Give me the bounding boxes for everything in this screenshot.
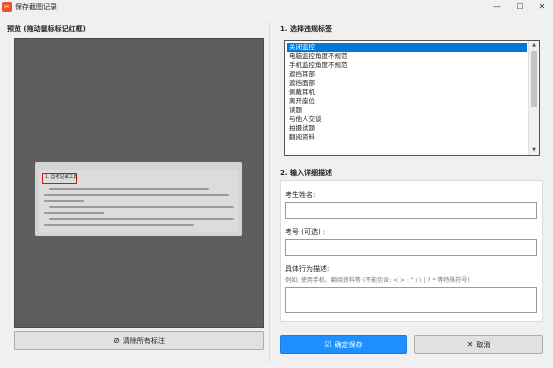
save-button-label: 确定保存	[334, 340, 363, 349]
list-item[interactable]: 佩戴耳机	[287, 88, 527, 97]
scroll-thumb[interactable]	[531, 51, 537, 107]
violation-tag-list[interactable]: 关闭监控 电脑监控角度不规范 手机监控角度不规范 遮挡耳部 遮挡面部 佩戴耳机 …	[284, 40, 540, 156]
description-label: 具体行为描述:	[285, 265, 330, 273]
scroll-down-icon[interactable]: ▼	[529, 146, 539, 155]
name-label: 考生姓名:	[285, 191, 316, 199]
description-hint: 例如: 使用手机、翻阅资料等 (不能包含: < > : " / \ | ? * …	[285, 277, 470, 284]
clear-annotations-button[interactable]: ⊘ 清除所有标注	[14, 331, 264, 350]
save-check-icon: ☑	[324, 339, 332, 349]
panel-divider	[269, 22, 270, 362]
preview-canvas[interactable]: 1. 自考记录工具	[14, 38, 264, 328]
list-item[interactable]: 关闭监控	[287, 43, 527, 52]
list-item[interactable]: 翻阅资料	[287, 133, 527, 142]
list-item[interactable]: 与他人交谈	[287, 115, 527, 124]
id-field[interactable]	[285, 239, 537, 256]
document-page: 1. 自考记录工具	[39, 170, 238, 232]
list-item[interactable]: 拍摄试题	[287, 124, 527, 133]
id-label: 考号 (可选) :	[285, 228, 326, 236]
clear-button-label: 清除所有标注	[122, 336, 165, 345]
list-item[interactable]: 遮挡耳部	[287, 70, 527, 79]
cancel-button[interactable]: ✕ 取消	[414, 335, 543, 354]
window-title: 保存截图记录	[15, 3, 57, 11]
list-item[interactable]: 遮挡面部	[287, 79, 527, 88]
doc-first-line: 1. 自考记录工具	[45, 175, 78, 180]
preview-label: 预览 (拖动鼠标标记红框)	[7, 25, 86, 33]
section2-title: 2. 输入详细描述	[280, 169, 332, 177]
list-scrollbar[interactable]: ▲ ▼	[528, 41, 539, 155]
red-mark-box[interactable]: 1. 自考记录工具	[42, 173, 78, 184]
app-icon: ✂	[2, 2, 12, 12]
close-icon: ✕	[466, 339, 474, 349]
close-window-button[interactable]: ✕	[531, 0, 553, 14]
list-item[interactable]: 电脑监控角度不规范	[287, 52, 527, 61]
save-button[interactable]: ☑ 确定保存	[280, 335, 407, 354]
list-item[interactable]: 手机监控角度不规范	[287, 61, 527, 70]
description-textarea[interactable]	[285, 287, 537, 313]
minimize-button[interactable]: —	[486, 0, 508, 14]
name-field[interactable]	[285, 202, 537, 219]
no-entry-icon: ⊘	[113, 335, 120, 345]
section1-title: 1. 选择违规标签	[280, 25, 332, 33]
title-bar: ✂ 保存截图记录 — ☐ ✕	[0, 0, 553, 16]
list-item[interactable]: 读题	[287, 106, 527, 115]
cancel-button-label: 取消	[476, 340, 491, 349]
screenshot-preview: 1. 自考记录工具	[35, 162, 242, 236]
maximize-button[interactable]: ☐	[509, 0, 531, 14]
list-item[interactable]: 离开座位	[287, 97, 527, 106]
scroll-up-icon[interactable]: ▲	[529, 41, 539, 50]
